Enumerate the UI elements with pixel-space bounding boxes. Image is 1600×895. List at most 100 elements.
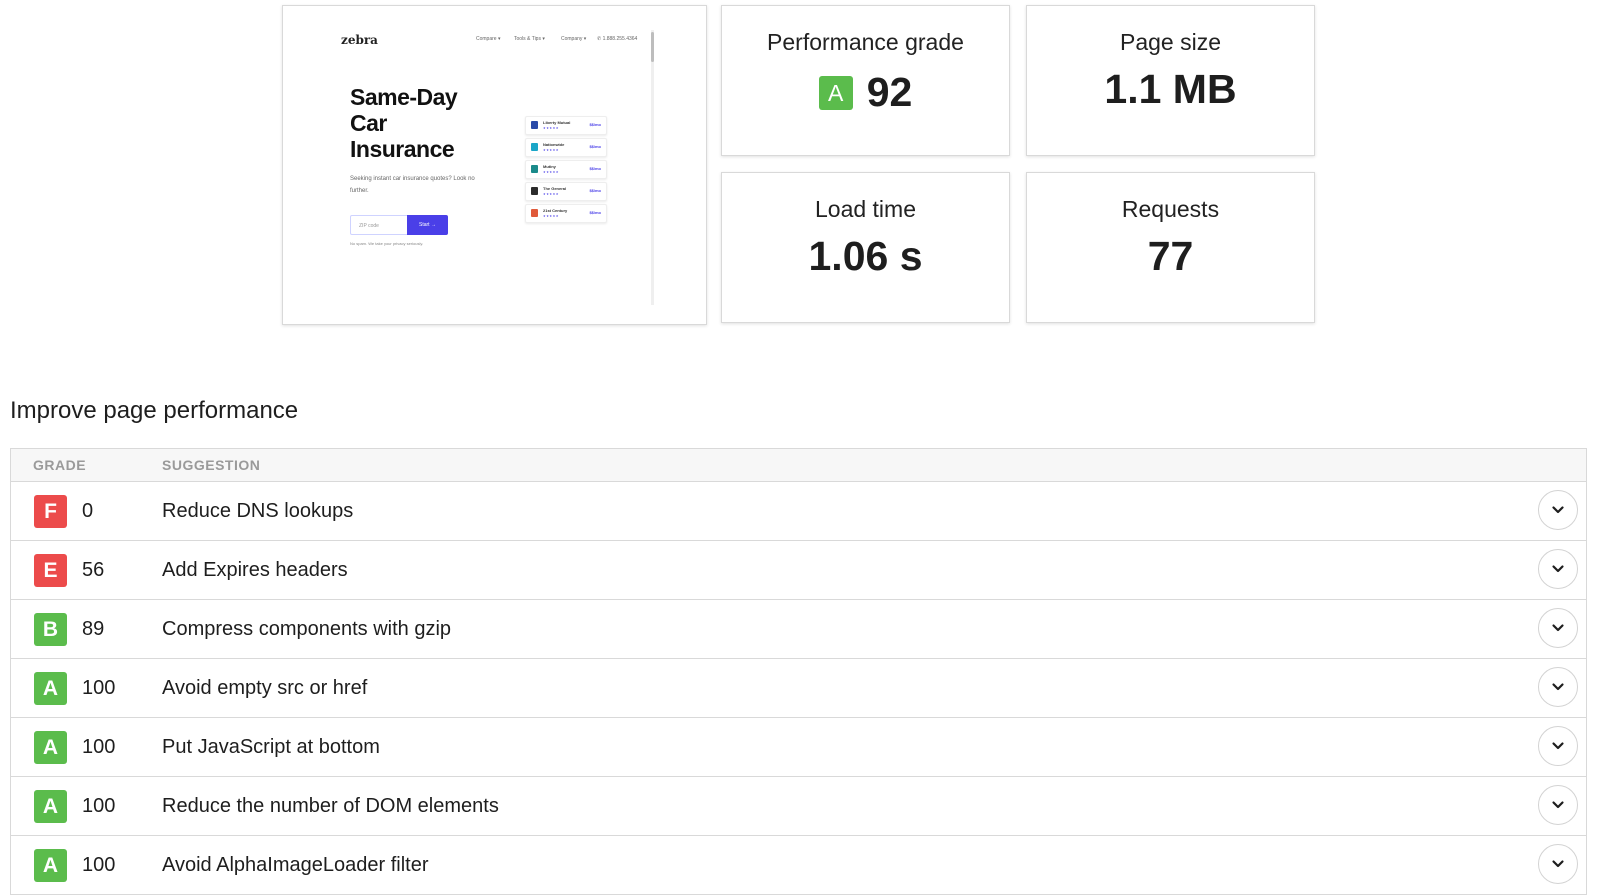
chevron-down-icon xyxy=(1550,620,1566,636)
preview-quote-price: $$/mo xyxy=(589,188,601,193)
chevron-down-icon xyxy=(1550,738,1566,754)
metric-value: 1.06 s xyxy=(808,233,923,279)
grade-badge: A xyxy=(818,75,853,110)
grade-column-header: GRADE xyxy=(33,457,87,473)
suggestion-text: Reduce DNS lookups xyxy=(162,500,354,522)
preview-quote-name: Liberty Mutual xyxy=(543,120,571,125)
suggestion-text: Compress components with gzip xyxy=(162,618,452,640)
section-title: Improve page performance xyxy=(10,397,299,424)
preview-quote-name: 21st Century xyxy=(543,208,568,213)
preview-zip-input: ZIP code xyxy=(350,215,408,235)
table-row[interactable]: E 56 Add Expires headers xyxy=(11,541,1586,600)
preview-nav-company: Company ▾ xyxy=(561,36,587,42)
grade-badge: B xyxy=(34,613,67,646)
preview-hero-line: Car xyxy=(350,110,387,136)
metric-label: Requests xyxy=(1121,196,1220,222)
preview-quote-name: The General xyxy=(543,186,567,191)
expand-button[interactable] xyxy=(1538,844,1578,884)
grade-badge: A xyxy=(34,672,67,705)
preview-quote-card: 21st Century ★★★★★ $$/mo xyxy=(525,204,607,223)
preview-nav-compare: Compare ▾ xyxy=(476,36,501,42)
preview-quote-price: $$/mo xyxy=(589,144,601,149)
chevron-down-icon xyxy=(1550,856,1566,872)
expand-button[interactable] xyxy=(1538,490,1578,530)
grade-badge: F xyxy=(34,495,67,528)
preview-nav-phone: ✆ 1.888.255.4364 xyxy=(597,36,638,42)
preview-quote-name: Nationwide xyxy=(543,142,565,147)
insurer-logo-icon xyxy=(531,121,538,129)
preview-nav-tools: Tools & Tips ▾ xyxy=(514,36,545,42)
expand-button[interactable] xyxy=(1538,785,1578,825)
expand-button[interactable] xyxy=(1538,549,1578,589)
grade-score: 56 xyxy=(82,559,105,581)
suggestion-text: Put JavaScript at bottom xyxy=(162,736,380,758)
preview-subtitle: Seeking instant car insurance quotes? Lo… xyxy=(350,176,475,194)
chevron-down-icon xyxy=(1550,679,1566,695)
metric-value: 77 xyxy=(1147,233,1194,279)
requests-card: Requests 77 xyxy=(1026,172,1315,323)
grade-score: 100 xyxy=(82,795,116,817)
suggestions-table: GRADE SUGGESTION F 0 Reduce DNS lookups E 56… xyxy=(10,448,1587,895)
table-row[interactable]: F 0 Reduce DNS lookups xyxy=(11,482,1586,541)
grade-score: 0 xyxy=(82,500,94,522)
chevron-down-icon xyxy=(1550,502,1566,518)
preview-privacy-note: No spam. We take your privacy seriously. xyxy=(350,241,424,246)
grade-badge: A xyxy=(34,849,67,882)
grade-badge: A xyxy=(34,790,67,823)
table-row[interactable]: A 100 Avoid AlphaImageLoader filter xyxy=(11,836,1586,894)
table-row[interactable]: B 89 Compress components with gzip xyxy=(11,600,1586,659)
insurer-logo-icon xyxy=(531,209,538,217)
grade-badge: E xyxy=(34,554,67,587)
rating-stars-icon: ★★★★★ xyxy=(543,148,559,152)
insurer-logo-icon xyxy=(531,165,538,173)
table-row[interactable]: A 100 Put JavaScript at bottom xyxy=(11,718,1586,777)
preview-quote-card: Mutiny ★★★★★ $$/mo xyxy=(525,160,607,179)
preview-quote-price: $$/mo xyxy=(589,122,601,127)
preview-hero-line: Insurance xyxy=(350,136,455,162)
preview-start-button: Start → xyxy=(407,215,448,235)
preview-quote-card: Nationwide ★★★★★ $$/mo xyxy=(525,138,607,157)
grade-score: 100 xyxy=(82,677,116,699)
grade-score: 100 xyxy=(82,736,116,758)
rating-stars-icon: ★★★★★ xyxy=(543,170,559,174)
preview-scrollbar-track xyxy=(651,30,654,305)
metric-value: 92 xyxy=(866,69,913,115)
expand-button[interactable] xyxy=(1538,608,1578,648)
suggestion-text: Avoid empty src or href xyxy=(162,677,368,699)
zebra-logo: zebra xyxy=(341,33,378,47)
preview-scrollbar-thumb xyxy=(651,32,654,62)
rating-stars-icon: ★★★★★ xyxy=(543,214,559,218)
expand-button[interactable] xyxy=(1538,726,1578,766)
expand-button[interactable] xyxy=(1538,667,1578,707)
chevron-down-icon xyxy=(1550,561,1566,577)
grade-score: 100 xyxy=(82,854,116,876)
table-header: GRADE SUGGESTION xyxy=(11,449,1586,482)
preview-quote-card: The General ★★★★★ $$/mo xyxy=(525,182,607,201)
insurer-logo-icon xyxy=(531,143,538,151)
page-size-card: Page size 1.1 MB xyxy=(1026,5,1315,156)
suggestion-column-header: SUGGESTION xyxy=(162,457,261,473)
suggestion-text: Reduce the number of DOM elements xyxy=(162,795,499,817)
table-row[interactable]: A 100 Reduce the number of DOM elements xyxy=(11,777,1586,836)
rating-stars-icon: ★★★★★ xyxy=(543,126,559,130)
performance-grade-value-row: A 92 xyxy=(722,69,1009,116)
load-time-card: Load time 1.06 s xyxy=(721,172,1010,323)
metric-value: 1.1 MB xyxy=(1104,66,1237,112)
table-row[interactable]: A 100 Avoid empty src or href xyxy=(11,659,1586,718)
preview-hero-title: Same-Day Car Insurance xyxy=(350,84,510,162)
metric-label: Load time xyxy=(814,196,916,222)
grade-badge: A xyxy=(34,731,67,764)
suggestion-text: Add Expires headers xyxy=(162,559,348,581)
metric-label: Performance grade xyxy=(767,29,964,55)
suggestion-text: Avoid AlphaImageLoader filter xyxy=(162,854,429,876)
preview-quote-price: $$/mo xyxy=(589,210,601,215)
grade-score: 89 xyxy=(82,618,105,640)
rating-stars-icon: ★★★★★ xyxy=(543,192,559,196)
preview-quote-price: $$/mo xyxy=(589,166,601,171)
insurer-logo-icon xyxy=(531,187,538,195)
chevron-down-icon xyxy=(1550,797,1566,813)
table-body: F 0 Reduce DNS lookups E 56 Add Expires heade… xyxy=(11,482,1586,894)
preview-hero-line: Same-Day xyxy=(350,84,458,110)
preview-quote-name: Mutiny xyxy=(543,164,556,169)
performance-grade-card: Performance grade A 92 xyxy=(721,5,1010,156)
